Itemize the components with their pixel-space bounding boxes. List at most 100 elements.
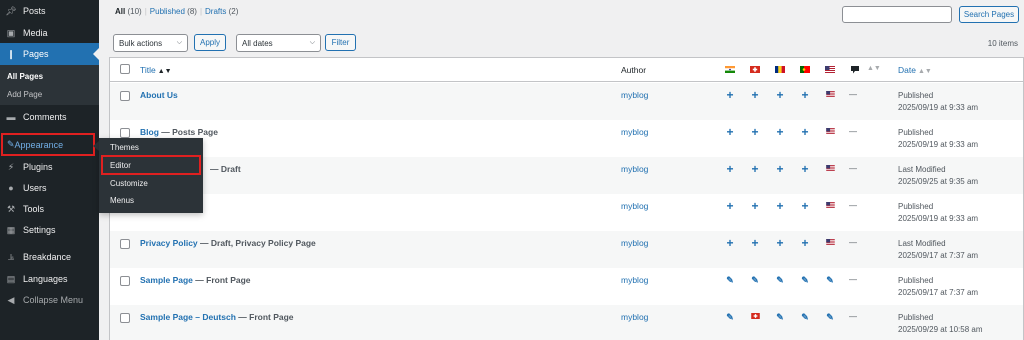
filter-drafts-label: Drafts (205, 7, 227, 16)
submenu-all-pages[interactable]: All Pages (7, 72, 43, 81)
edit-translation-pencil-icon[interactable]: ✎ (775, 275, 785, 285)
add-translation-plus-icon[interactable]: + (775, 237, 785, 249)
edit-translation-pencil-icon[interactable]: ✎ (750, 275, 760, 285)
row-author-link[interactable]: myblog (621, 312, 648, 322)
add-translation-plus-icon[interactable]: + (775, 200, 785, 212)
menu-media[interactable]: ▣ Media (0, 22, 99, 44)
add-translation-plus-icon[interactable]: + (800, 237, 810, 249)
date-filter-select[interactable]: All dates ⌵ (236, 34, 321, 52)
add-translation-plus-icon[interactable]: + (775, 89, 785, 101)
row-author-link[interactable]: myblog (621, 238, 648, 248)
flyout-menus[interactable]: Menus (110, 196, 134, 205)
flag-usa-icon[interactable] (826, 165, 835, 171)
add-translation-plus-icon[interactable]: + (800, 200, 810, 212)
filter-separator: | (199, 7, 203, 16)
flyout-themes[interactable]: Themes (110, 143, 139, 152)
menu-languages[interactable]: ▤ Languages (0, 268, 99, 290)
row-title-link[interactable]: Sample Page (140, 275, 193, 285)
column-date[interactable]: Date ▲▼ (898, 65, 932, 75)
row-checkbox[interactable] (120, 91, 130, 101)
filter-all[interactable]: All (10) (115, 7, 142, 16)
add-translation-plus-icon[interactable]: + (750, 237, 760, 249)
row-checkbox[interactable] (120, 313, 130, 323)
select-all-checkbox[interactable] (120, 64, 130, 74)
add-translation-plus-icon[interactable]: + (800, 89, 810, 101)
add-translation-plus-icon[interactable]: + (750, 200, 760, 212)
menu-collapse-label: Collapse Menu (23, 295, 84, 305)
edit-translation-pencil-icon[interactable]: ✎ (825, 275, 835, 285)
edit-translation-pencil-icon[interactable]: ✎ (825, 312, 835, 322)
edit-translation-pencil-icon[interactable]: ✎ (800, 312, 810, 322)
flag-india-icon[interactable] (725, 66, 735, 73)
row-checkbox[interactable] (120, 128, 130, 138)
flag-switzerland-icon[interactable] (750, 66, 760, 73)
add-translation-plus-icon[interactable]: + (725, 163, 735, 175)
menu-tools[interactable]: ⚒︎ Tools (0, 198, 99, 220)
flag-usa-icon[interactable] (826, 202, 835, 208)
menu-settings[interactable]: ▦ Settings (0, 219, 99, 241)
apply-button[interactable]: Apply (194, 34, 226, 51)
add-translation-plus-icon[interactable]: + (725, 126, 735, 138)
flag-usa-icon[interactable] (826, 239, 835, 245)
row-title-link[interactable]: Blog (140, 127, 159, 137)
add-translation-plus-icon[interactable]: + (725, 237, 735, 249)
row-author-link[interactable]: myblog (621, 90, 648, 100)
edit-translation-pencil-icon[interactable]: ✎ (800, 275, 810, 285)
menu-pages[interactable]: ❙ Pages (0, 43, 99, 65)
row-author-link[interactable]: myblog (621, 275, 648, 285)
chevron-down-icon: ⌵ (176, 39, 182, 46)
edit-translation-pencil-icon[interactable]: ✎ (725, 275, 735, 285)
menu-appearance[interactable]: ✎ Appearance (1, 133, 95, 156)
filter-separator: | (144, 7, 147, 16)
bulk-actions-value: Bulk actions (119, 38, 163, 48)
row-date-cell: Published 2025/09/19 at 9:33 am (898, 127, 978, 151)
edit-translation-pencil-icon[interactable]: ✎ (775, 312, 785, 322)
filter-button[interactable]: Filter (325, 34, 356, 51)
filter-drafts[interactable]: Drafts (2) (205, 7, 238, 16)
comment-bubble-icon[interactable] (850, 65, 860, 74)
menu-posts[interactable]: 📌︎ Posts (0, 0, 99, 22)
flag-switzerland-icon[interactable] (751, 313, 760, 319)
edit-translation-pencil-icon[interactable]: ✎ (725, 312, 735, 322)
menu-breakdance[interactable]: ⫡ Breakdance (0, 246, 99, 268)
flag-portugal-icon[interactable] (800, 66, 810, 73)
breakdance-icon: ⫡ (7, 251, 14, 262)
plugin-icon: ⚡︎ (7, 161, 15, 172)
add-translation-plus-icon[interactable]: + (775, 126, 785, 138)
submenu-add-page[interactable]: Add Page (7, 90, 42, 99)
flyout-editor[interactable]: Editor (110, 161, 131, 170)
add-translation-plus-icon[interactable]: + (750, 163, 760, 175)
add-translation-plus-icon[interactable]: + (750, 89, 760, 101)
flyout-customize[interactable]: Customize (110, 179, 148, 188)
add-translation-plus-icon[interactable]: + (800, 126, 810, 138)
column-title[interactable]: Title ▲▼ (140, 65, 172, 75)
row-author-link[interactable]: myblog (621, 201, 648, 211)
flag-usa-icon[interactable] (826, 128, 835, 134)
flag-usa-icon[interactable] (825, 66, 835, 73)
row-checkbox[interactable] (120, 276, 130, 286)
menu-collapse[interactable]: ◀ Collapse Menu (0, 289, 99, 311)
row-title-link[interactable]: Sample Page – Deutsch (140, 312, 236, 322)
row-checkbox[interactable] (120, 239, 130, 249)
search-pages-button[interactable]: Search Pages (959, 6, 1019, 23)
row-title-cell: Sample Page – Deutsch — Front Page (140, 312, 294, 322)
add-translation-plus-icon[interactable]: + (750, 126, 760, 138)
menu-users[interactable]: ● Users (0, 177, 99, 199)
add-translation-plus-icon[interactable]: + (800, 163, 810, 175)
add-translation-plus-icon[interactable]: + (725, 89, 735, 101)
add-translation-plus-icon[interactable]: + (725, 200, 735, 212)
add-translation-plus-icon[interactable]: + (775, 163, 785, 175)
filter-published[interactable]: Published (8) (150, 7, 197, 16)
row-title-link[interactable]: Privacy Policy (140, 238, 198, 248)
row-author-link[interactable]: myblog (621, 164, 648, 174)
row-comments-count: — (849, 164, 857, 173)
bulk-actions-select[interactable]: Bulk actions ⌵ (113, 34, 188, 52)
row-author-link[interactable]: myblog (621, 127, 648, 137)
search-input[interactable] (842, 6, 952, 23)
menu-comments[interactable]: ▬ Comments (0, 106, 99, 128)
flag-usa-icon[interactable] (826, 91, 835, 97)
flag-romania-icon[interactable] (775, 66, 785, 73)
filter-published-count: (8) (187, 7, 197, 16)
row-title-link[interactable]: About Us (140, 90, 178, 100)
menu-plugins[interactable]: ⚡︎ Plugins (0, 156, 99, 178)
